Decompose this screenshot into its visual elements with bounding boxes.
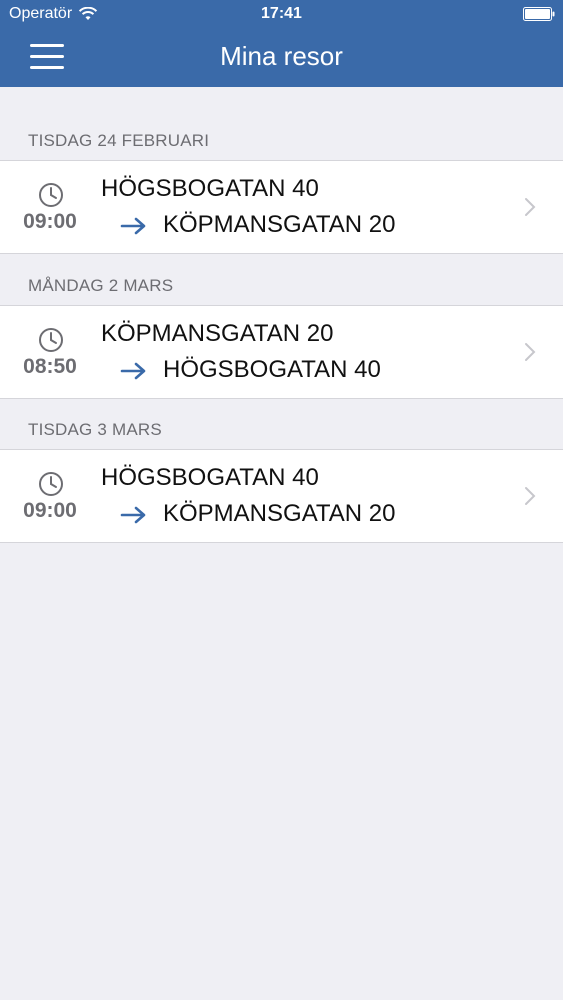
top-bar: Operatör 17:41 Mina resor <box>0 0 563 87</box>
clock-icon <box>39 328 63 352</box>
trip-to: KÖPMANSGATAN 20 <box>163 211 396 238</box>
section-header: MÅNDAG 2 MARS <box>28 276 174 295</box>
arrow-right-icon <box>120 362 146 380</box>
trip-time: 09:00 <box>23 499 77 522</box>
trip-from: HÖGSBOGATAN 40 <box>101 464 319 491</box>
page-title: Mina resor <box>220 41 343 71</box>
trip-to: HÖGSBOGATAN 40 <box>163 356 381 383</box>
trip-row[interactable]: 08:50 KÖPMANSGATAN 20 HÖGSBOGATAN 40 <box>0 305 563 399</box>
trip-row[interactable]: 09:00 HÖGSBOGATAN 40 KÖPMANSGATAN 20 <box>0 449 563 543</box>
trip-to: KÖPMANSGATAN 20 <box>163 500 396 527</box>
clock-icon <box>39 472 63 496</box>
battery-icon <box>523 7 555 21</box>
trip-from: KÖPMANSGATAN 20 <box>101 320 334 347</box>
trip-row[interactable]: 09:00 HÖGSBOGATAN 40 KÖPMANSGATAN 20 <box>0 160 563 254</box>
trip-time: 09:00 <box>23 210 77 233</box>
chevron-right-icon <box>525 343 536 361</box>
chevron-right-icon <box>525 487 536 505</box>
status-time: 17:41 <box>261 5 302 22</box>
section-header: TISDAG 24 FEBRUARI <box>28 131 210 150</box>
chevron-right-icon <box>525 198 536 216</box>
arrow-right-icon <box>120 506 146 524</box>
arrow-right-icon <box>120 217 146 235</box>
section-header: TISDAG 3 MARS <box>28 420 162 439</box>
trip-time: 08:50 <box>23 355 77 378</box>
trip-from: HÖGSBOGATAN 40 <box>101 175 319 202</box>
clock-icon <box>39 183 63 207</box>
nav-bar: Mina resor <box>0 30 563 87</box>
status-bar: Operatör 17:41 <box>0 0 563 30</box>
